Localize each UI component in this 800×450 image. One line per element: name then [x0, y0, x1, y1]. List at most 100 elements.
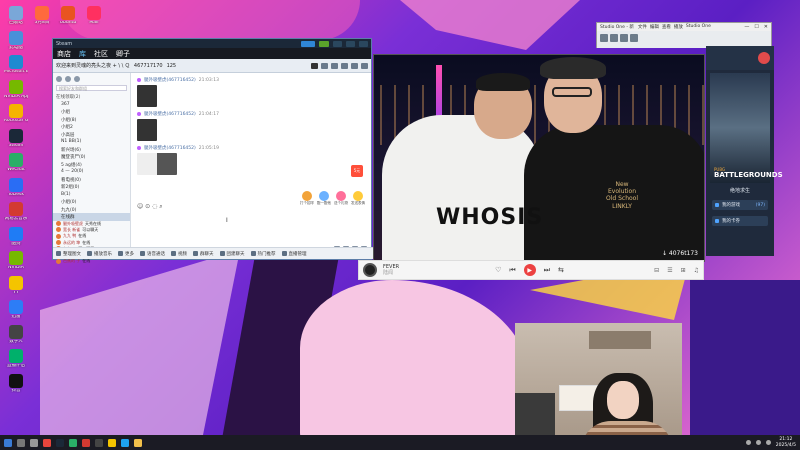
desktop-icon[interactable]: 此电脑 — [4, 30, 28, 51]
studio-menu-item[interactable]: 文件 — [638, 24, 647, 30]
netease-icon[interactable] — [82, 438, 90, 447]
share-icon[interactable]: ⇆ — [558, 266, 564, 274]
my-games-button[interactable]: 我的游戏 (97) — [712, 200, 768, 210]
explorer-icon[interactable] — [134, 438, 142, 447]
my-coupons-button[interactable]: 我的卡券 — [712, 216, 768, 226]
studio-tool-icon[interactable] — [600, 34, 608, 42]
message-sender[interactable]: 腿外吸壁虎(467716452) — [144, 77, 196, 83]
nav-library[interactable]: 库 — [79, 49, 86, 59]
quick-emoji-button[interactable]: 戳一戳他 — [317, 191, 331, 206]
search-icon[interactable] — [17, 438, 25, 447]
desktop-icon[interactable]: NVIDIA — [4, 251, 28, 271]
music-control-icon[interactable]: ♫ — [694, 267, 699, 274]
steam-maximize-button[interactable] — [346, 40, 355, 47]
message-image[interactable] — [137, 85, 157, 107]
song-artist[interactable]: 陆闻 — [383, 270, 399, 276]
music-control-icon[interactable]: ⊟ — [654, 267, 659, 274]
input-method-icon[interactable] — [765, 440, 771, 445]
minimize-icon[interactable]: — — [744, 24, 749, 30]
volume-icon[interactable] — [755, 440, 761, 445]
bottom-bar-item[interactable]: 群聊天 — [193, 251, 214, 257]
obs-icon[interactable] — [95, 438, 103, 447]
desktop-icon[interactable]: 回收站 — [4, 6, 28, 26]
album-cover[interactable] — [363, 263, 377, 277]
bottom-bar-item[interactable]: 语音通话 — [140, 251, 165, 257]
member-row[interactable]: 芭蕉的 子在线 — [53, 258, 130, 264]
studio-tool-icon[interactable] — [620, 34, 628, 42]
bottom-bar-item[interactable]: 更多 — [118, 251, 134, 257]
desktop-icon[interactable]: 数字人 — [4, 324, 28, 345]
group-item[interactable]: N1 BB(1) — [53, 138, 130, 146]
avatar[interactable] — [56, 76, 62, 82]
controller-icon[interactable] — [331, 62, 338, 69]
group-item[interactable]: 小组(0) — [53, 198, 130, 206]
quick-emoji-button[interactable]: 发送表情 — [351, 191, 365, 206]
maximize-icon[interactable]: ☐ — [754, 24, 758, 30]
clock[interactable]: 21:12 2025/4/5 — [776, 437, 796, 448]
message-sender[interactable]: 腿外吸壁虎(467716452) — [144, 145, 196, 151]
bottom-bar-item[interactable]: 整理图文 — [56, 251, 81, 257]
desktop-icon[interactable]: 酷狗 — [4, 226, 28, 247]
steam-notify-button[interactable] — [301, 40, 315, 47]
steam-icon[interactable] — [56, 438, 64, 447]
group-item[interactable]: B(1) — [53, 191, 130, 199]
friend-search-input[interactable]: 搜索好友和群组 — [56, 85, 127, 91]
group-item[interactable]: 小组 — [53, 108, 130, 116]
chat-icon[interactable] — [74, 76, 80, 82]
message-image[interactable] — [137, 153, 177, 175]
group-item[interactable]: 新兴场(6) — [53, 146, 130, 154]
promo-badge[interactable]: 5元 — [351, 165, 363, 177]
chrome-icon[interactable] — [43, 438, 51, 447]
home-icon[interactable] — [311, 62, 318, 69]
bottom-bar-item[interactable]: 团建聊天 — [219, 251, 245, 257]
bottom-bar-item[interactable]: 视频 — [171, 251, 187, 257]
group-item[interactable]: 4 — 20(0) — [53, 168, 130, 176]
desktop-icon[interactable]: WeChat — [4, 153, 28, 173]
studio-menu-item[interactable]: 播放 — [674, 24, 683, 30]
desktop-icon[interactable]: 抖音 — [4, 373, 28, 394]
desktop-icon[interactable]: Ubuntu — [56, 6, 80, 26]
message-image[interactable] — [137, 119, 157, 141]
group-item[interactable]: 小高层 — [53, 131, 130, 139]
studio-tool-icon[interactable] — [610, 34, 618, 42]
bottom-bar-item[interactable]: 播放音乐 — [87, 251, 112, 257]
nav-store[interactable]: 商店 — [57, 49, 71, 59]
yy-icon[interactable] — [108, 438, 116, 447]
like-icon[interactable]: ♡ — [495, 266, 501, 274]
play-button[interactable]: ▶ — [523, 264, 536, 276]
group-item-selected[interactable]: 在线群 — [53, 213, 130, 221]
desktop-icon[interactable]: 迅雷 — [4, 300, 28, 320]
close-icon[interactable] — [361, 62, 368, 69]
steam-minimize-button[interactable] — [333, 40, 342, 47]
grid-icon[interactable] — [321, 62, 328, 69]
desktop-icon[interactable]: 直播伴侣 — [4, 349, 28, 369]
nav-user[interactable]: 卿子 — [116, 49, 130, 59]
group-item[interactable]: 九九(0) — [53, 206, 130, 214]
qq-icon[interactable] — [121, 438, 129, 447]
steam-add-game-button[interactable] — [319, 40, 329, 47]
sender-avatar[interactable] — [137, 146, 141, 150]
sender-avatar[interactable] — [137, 78, 141, 82]
prev-icon[interactable]: ⏮ — [509, 266, 515, 275]
desktop-icon[interactable]: Rockstar Games... — [4, 104, 28, 124]
next-icon[interactable]: ⏭ — [544, 266, 550, 275]
desktop-icon[interactable]: 网易云音乐 — [4, 202, 28, 222]
group-item[interactable]: 小组(8) — [53, 116, 130, 124]
music-control-icon[interactable]: ⊞ — [681, 267, 686, 274]
studio-menu-item[interactable]: 编辑 — [650, 24, 659, 30]
photo-viewer[interactable]: WHOSIS New Evolution Old School LINKLY ↓… — [373, 54, 705, 262]
desktop-icon[interactable]: Steam — [4, 128, 28, 149]
quick-emoji-button[interactable]: 送个礼物 — [334, 191, 348, 206]
minimize-icon[interactable] — [351, 62, 358, 69]
quick-emoji-button[interactable]: 打个招呼 — [300, 191, 314, 206]
sender-avatar[interactable] — [137, 112, 141, 116]
input-toolbar[interactable]: ☺ ⊙ ◌ ⌕ — [137, 203, 163, 211]
studio-menu-item[interactable]: Studio One — [686, 24, 711, 30]
desktop-icon[interactable]: 3月8日 — [30, 6, 54, 26]
message-sender[interactable]: 腿外吸壁虎(467716452) — [144, 111, 196, 117]
music-control-icon[interactable]: ☰ — [667, 267, 672, 274]
group-item[interactable]: 在线领取(2) — [53, 93, 130, 101]
group-item[interactable]: 小组2 — [53, 123, 130, 131]
studio-menu-item[interactable]: 查看 — [662, 24, 671, 30]
avatar[interactable] — [758, 52, 770, 64]
